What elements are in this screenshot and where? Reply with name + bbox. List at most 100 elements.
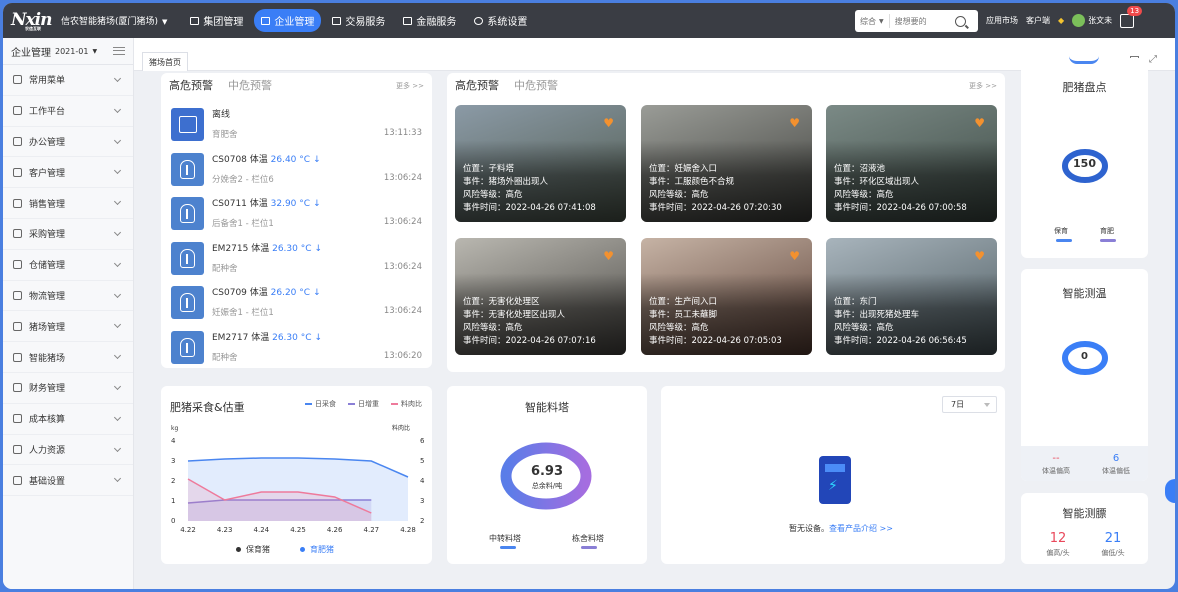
alert-risk-level: 风险等级：高危 (463, 190, 523, 200)
nav-trade-service[interactable]: 交易服务 (325, 9, 392, 32)
notification-icon[interactable]: 13 (1120, 5, 1143, 28)
nav-group-management[interactable]: 集团管理 (183, 9, 250, 32)
period-select[interactable]: 7日 (942, 396, 997, 413)
x-tick-label: 4.24 (254, 526, 270, 534)
heart-icon[interactable]: ♥ (789, 117, 800, 129)
nav-system-settings[interactable]: 系统设置 (467, 9, 534, 32)
sidebar-item[interactable]: 智能猪场 (3, 342, 133, 373)
wifi-icon[interactable]: ◆ (1058, 16, 1064, 25)
more-link[interactable]: 更多 >> (969, 81, 997, 91)
more-link[interactable]: 更多 >> (396, 81, 424, 91)
enterprise-icon (261, 16, 271, 25)
sidebar-menu: 常用菜单 工作平台 办公管理 客户管理 销售管理 采购管理 仓储管理 物流管理 猪场管理 智能猪场… (3, 65, 133, 497)
alert-photo-card[interactable]: ♥ 位置：生产间入口 事件：员工未蘸脚 风险等级：高危 事件时间：2022-04-26 … (641, 238, 812, 355)
app-market-link[interactable]: 应用市场 (986, 15, 1018, 26)
sidebar-item[interactable]: 基础设置 (3, 465, 133, 497)
sidebar-item[interactable]: 工作平台 (3, 96, 133, 127)
legend-item[interactable]: 保育猪 (236, 544, 270, 555)
y-tick-label-left: 3 (171, 457, 175, 465)
sidebar-item[interactable]: 财务管理 (3, 373, 133, 404)
alert-event: 事件：员工未蘸脚 (649, 310, 718, 320)
client-link[interactable]: 客户端 (1026, 15, 1050, 26)
heart-icon[interactable]: ♥ (789, 250, 800, 262)
heart-icon[interactable]: ♥ (603, 117, 614, 129)
tab-pig-farm-home[interactable]: 猪场首页 (142, 52, 188, 71)
fullscreen-icon[interactable]: ⤢ (1149, 55, 1159, 65)
fat-pig-value: 150 (1073, 157, 1096, 170)
user-menu[interactable]: 张文未 (1072, 14, 1112, 27)
alert-risk-level: 风险等级：高危 (649, 190, 709, 200)
alert-item[interactable]: CS0709 体温 26.20 °C ↓ 妊娠舍1 - 栏位1 13:06:24 (171, 284, 422, 322)
photo-alert-details: 位置：沼液池 事件：环化区域出现人 风险等级：高危 事件时间：2022-04-26 0… (834, 163, 967, 215)
alert-time: 13:11:33 (383, 128, 422, 138)
sidebar-item[interactable]: 人力资源 (3, 435, 133, 466)
heart-icon[interactable]: ♥ (974, 250, 985, 262)
sidebar-item[interactable]: 常用菜单 (3, 65, 133, 96)
y-tick-label-left: 4 (171, 437, 176, 445)
heart-icon[interactable]: ♥ (974, 117, 985, 129)
notification-badge: 13 (1127, 5, 1143, 16)
legend-item[interactable]: 育肥猪 (300, 544, 334, 555)
transit-tower-bar (500, 546, 516, 549)
caret-down-icon (984, 403, 990, 407)
y-tick-label-right: 3 (420, 497, 424, 505)
menu-icon (13, 290, 22, 300)
tab-high-risk[interactable]: 高危预警 (169, 77, 213, 93)
alert-item[interactable]: CS0708 体温 26.40 °C ↓ 分娩舍2 - 栏位6 13:06:24 (171, 151, 422, 189)
arrow-down-icon: ↓ (313, 288, 321, 298)
alert-photo-card[interactable]: ♥ 位置：妊娠舍入口 事件：工服颜色不合规 风险等级：高危 事件时间：2022-04-2… (641, 105, 812, 222)
no-device-text: 暂无设备。查看产品介绍 >> (789, 524, 893, 533)
alert-time: 13:06:20 (383, 350, 422, 361)
nav-finance-service[interactable]: 金融服务 (396, 9, 463, 32)
tab-mid-risk[interactable]: 中危预警 (228, 77, 272, 93)
alert-photo-card[interactable]: ♥ 位置：沼液池 事件：环化区域出现人 风险等级：高危 事件时间：2022-04-26 … (826, 105, 997, 222)
brand-logo[interactable]: Nxin 农信互联 (11, 10, 55, 32)
chevron-down-icon (113, 167, 122, 175)
sidebar-item[interactable]: 成本核算 (3, 404, 133, 435)
sidebar-item[interactable]: 仓储管理 (3, 250, 133, 281)
sidebar-item[interactable]: 采购管理 (3, 219, 133, 250)
chevron-down-icon (113, 228, 122, 237)
chevron-down-icon (113, 413, 122, 421)
alert-event: 事件：无害化处理区出现人 (463, 310, 566, 320)
nav-enterprise-management[interactable]: 企业管理 (254, 9, 322, 32)
search-type-select[interactable]: 综合 ▼ (855, 14, 890, 28)
sidebar-item[interactable]: 猪场管理 (3, 311, 133, 343)
alert-item[interactable]: EM2715 体温 26.30 °C ↓ 配种舍 13:06:24 (171, 240, 422, 278)
backfat-high-value: 12 (1049, 531, 1067, 546)
search-input[interactable] (894, 16, 949, 26)
tab-high-risk[interactable]: 高危预警 (455, 77, 499, 93)
alert-item[interactable]: CS0711 体温 32.90 °C ↓ 后备舍1 - 栏位1 13:06:24 (171, 195, 422, 233)
sidebar-item[interactable]: 办公管理 (3, 127, 133, 158)
alert-location: 位置：沼液池 (834, 164, 886, 174)
alert-item[interactable]: EM2717 体温 26.30 °C ↓ 配种舍 13:06:20 (171, 329, 422, 367)
sidebar-item[interactable]: 销售管理 (3, 188, 133, 219)
y-tick-label-left: 1 (171, 497, 175, 505)
barn-tower-bar (581, 546, 597, 549)
nursery-label: 保育 (1054, 227, 1068, 235)
caret-down-icon: ▼ (162, 18, 168, 26)
sidebar-header[interactable]: 企业管理 2021-01 ▼ (3, 38, 133, 65)
side-drawer-handle[interactable] (1165, 479, 1175, 503)
alert-location: 位置：妊娠舍入口 (649, 164, 718, 174)
chevron-down-icon (113, 382, 122, 391)
sidebar-title: 企业管理 (11, 47, 51, 59)
alert-event: 事件：出现死猪处理车 (834, 310, 920, 320)
menu-icon (13, 321, 22, 331)
company-switcher[interactable]: 信农智能猪场(厦门猪场) ▼ (61, 14, 167, 27)
menu-collapse-icon[interactable] (113, 47, 125, 55)
finishing-label: 育肥 (1100, 227, 1114, 235)
alert-photo-card[interactable]: ♥ 位置：东门 事件：出现死猪处理车 风险等级：高危 事件时间：2022-04-26 0… (826, 238, 997, 355)
product-intro-link[interactable]: 查看产品介绍 >> (829, 524, 893, 533)
sidebar-item[interactable]: 物流管理 (3, 281, 133, 312)
alert-item[interactable]: 离线 育肥舍 13:11:33 (171, 106, 422, 144)
heart-icon[interactable]: ♥ (603, 250, 614, 262)
alert-photo-card[interactable]: ♥ 位置：无害化处理区 事件：无害化处理区出现人 风险等级：高危 事件时间：2022-0… (455, 238, 626, 355)
arrow-down-icon: ↓ (314, 332, 323, 343)
alert-photo-card[interactable]: ♥ 位置：子料塔 事件：猪场外圈出现人 风险等级：高危 事件时间：2022-04-26 … (455, 105, 626, 222)
tab-mid-risk[interactable]: 中危预警 (514, 77, 558, 93)
y-tick-label-left: 2 (171, 477, 175, 485)
search-icon[interactable] (954, 15, 966, 27)
sidebar-item[interactable]: 客户管理 (3, 157, 133, 189)
company-name: 信农智能猪场(厦门猪场) (61, 17, 159, 27)
